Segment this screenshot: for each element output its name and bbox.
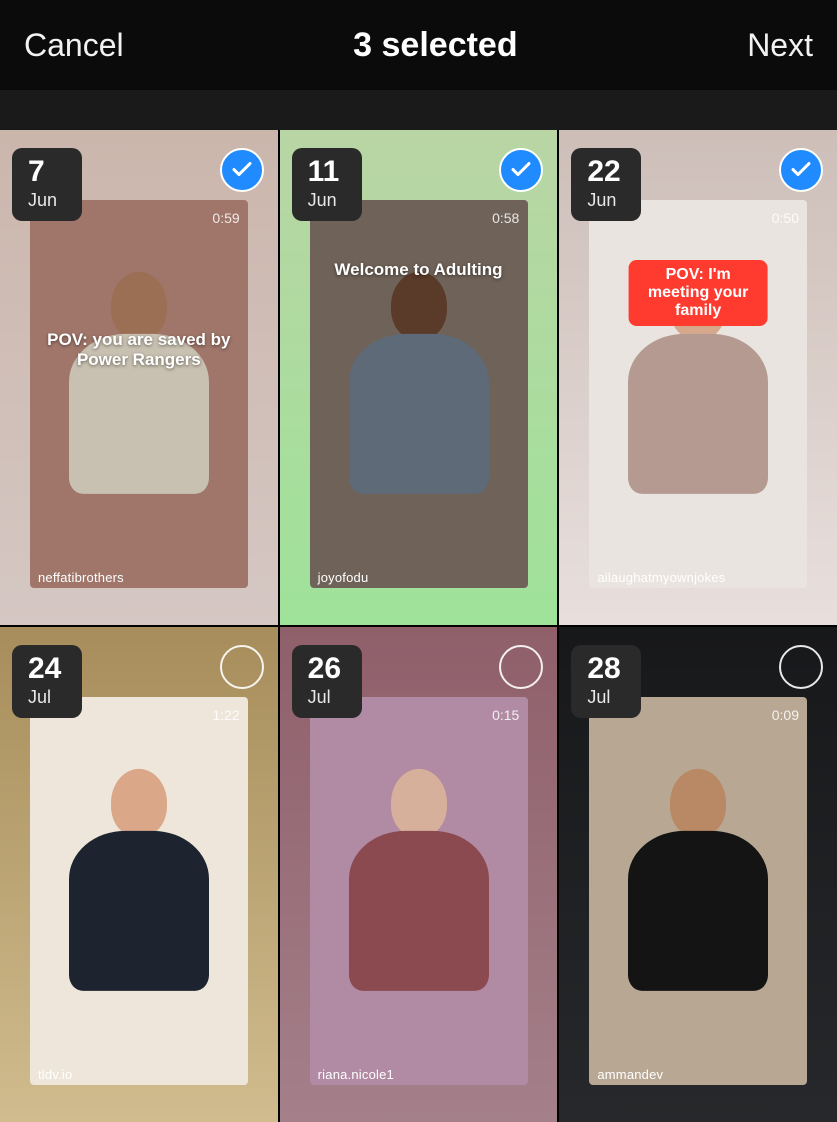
date-badge: 28Jul — [571, 645, 641, 718]
select-circle[interactable] — [220, 645, 264, 689]
date-badge: 24Jul — [12, 645, 82, 718]
selected-check-icon[interactable] — [499, 148, 543, 192]
video-thumbnail — [589, 697, 807, 1085]
video-caption: POV: you are saved by Power Rangers — [44, 330, 234, 370]
section-divider — [0, 90, 837, 130]
video-username: neffatibrothers — [38, 570, 124, 585]
video-duration: 0:15 — [492, 707, 519, 723]
media-cell[interactable]: 22Jun 0:50 ailaughatmyownjokes POV: I'm mee… — [559, 130, 837, 625]
selected-check-icon[interactable] — [220, 148, 264, 192]
date-badge: 26Jul — [292, 645, 362, 718]
media-cell[interactable]: 11Jun 0:58 joyofodu Welcome to Adulting — [280, 130, 558, 625]
date-month: Jun — [587, 190, 625, 211]
select-circle[interactable] — [499, 645, 543, 689]
video-duration: 0:58 — [492, 210, 519, 226]
date-day: 24 — [28, 653, 66, 685]
header: Cancel 3 selected Next — [0, 0, 837, 90]
date-badge: 22Jun — [571, 148, 641, 221]
date-month: Jun — [28, 190, 66, 211]
selection-count-title: 3 selected — [353, 26, 517, 65]
date-day: 7 — [28, 156, 66, 188]
person-figure — [349, 769, 489, 991]
media-cell[interactable]: 7Jun 0:59 neffatibrothers POV: you are save… — [0, 130, 278, 625]
video-caption: Welcome to Adulting — [323, 260, 513, 280]
video-thumbnail — [310, 697, 528, 1085]
cancel-button[interactable]: Cancel — [24, 27, 124, 64]
date-badge: 11Jun — [292, 148, 362, 221]
video-duration: 0:59 — [212, 210, 239, 226]
person-figure — [349, 272, 489, 494]
video-username: ailaughatmyownjokes — [597, 570, 725, 585]
video-username: ammandev — [597, 1067, 663, 1082]
video-duration: 0:09 — [772, 707, 799, 723]
select-circle[interactable] — [779, 645, 823, 689]
date-month: Jul — [308, 687, 346, 708]
date-badge: 7Jun — [12, 148, 82, 221]
video-caption: POV: I'm meeting your family — [629, 260, 768, 326]
video-thumbnail — [589, 200, 807, 588]
person-figure — [69, 769, 209, 991]
media-cell[interactable]: 24Jul 1:22 tldv.io — [0, 627, 278, 1122]
date-month: Jul — [28, 687, 66, 708]
date-day: 22 — [587, 156, 625, 188]
media-cell[interactable]: 26Jul 0:15 riana.nicole1 — [280, 627, 558, 1122]
media-cell[interactable]: 28Jul 0:09 ammandev — [559, 627, 837, 1122]
video-duration: 0:50 — [772, 210, 799, 226]
selected-check-icon[interactable] — [779, 148, 823, 192]
date-day: 26 — [308, 653, 346, 685]
date-day: 11 — [308, 156, 346, 188]
date-month: Jun — [308, 190, 346, 211]
video-username: riana.nicole1 — [318, 1067, 394, 1082]
video-thumbnail — [30, 697, 248, 1085]
date-month: Jul — [587, 687, 625, 708]
video-thumbnail — [30, 200, 248, 588]
video-username: tldv.io — [38, 1067, 72, 1082]
video-duration: 1:22 — [212, 707, 239, 723]
video-username: joyofodu — [318, 570, 369, 585]
next-button[interactable]: Next — [747, 27, 813, 64]
media-grid: 7Jun0:59neffatibrothersPOV: you are save… — [0, 130, 837, 1122]
person-figure — [69, 272, 209, 494]
date-day: 28 — [587, 653, 625, 685]
video-thumbnail — [310, 200, 528, 588]
person-figure — [628, 769, 768, 991]
